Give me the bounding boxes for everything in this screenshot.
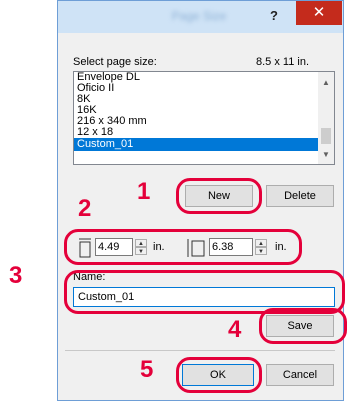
scroll-thumb[interactable] [321, 128, 331, 144]
scroll-up-icon[interactable]: ▲ [318, 76, 334, 90]
list-item[interactable]: 12 x 18 [74, 127, 321, 138]
list-item[interactable]: Oficio II [74, 83, 321, 94]
page-size-label: Select page size: [73, 56, 157, 68]
help-button[interactable]: ? [264, 7, 284, 25]
list-item[interactable]: 8K [74, 94, 321, 105]
separator [65, 350, 335, 351]
step-5-label: 5 [140, 356, 154, 383]
callout-ring-save [259, 308, 347, 344]
list-scrollbar[interactable]: ▲ ▼ [318, 72, 334, 164]
cancel-button[interactable]: Cancel [266, 364, 334, 386]
title-bar: Page Size ? ✕ [58, 1, 343, 33]
step-3-label: 3 [9, 262, 23, 289]
callout-ring-new [176, 178, 262, 214]
dialog-title: Page Size [171, 9, 227, 23]
list-item[interactable]: Custom_01 [74, 138, 321, 151]
step-4-label: 4 [228, 316, 242, 343]
current-size-value: 8.5 x 11 in. [256, 56, 309, 68]
scroll-down-icon[interactable]: ▼ [318, 148, 334, 162]
callout-ring-size [64, 229, 302, 265]
callout-ring-ok [176, 357, 262, 393]
step-2-label: 2 [78, 195, 92, 222]
page-size-list[interactable]: Envelope DL Oficio II 8K 16K 216 x 340 mm 12 … [73, 71, 335, 165]
step-1-label: 1 [137, 178, 151, 205]
page-size-items: Envelope DL Oficio II 8K 16K 216 x 340 mm 12 … [74, 72, 334, 151]
delete-button[interactable]: Delete [266, 185, 334, 207]
close-button[interactable]: ✕ [296, 1, 342, 25]
